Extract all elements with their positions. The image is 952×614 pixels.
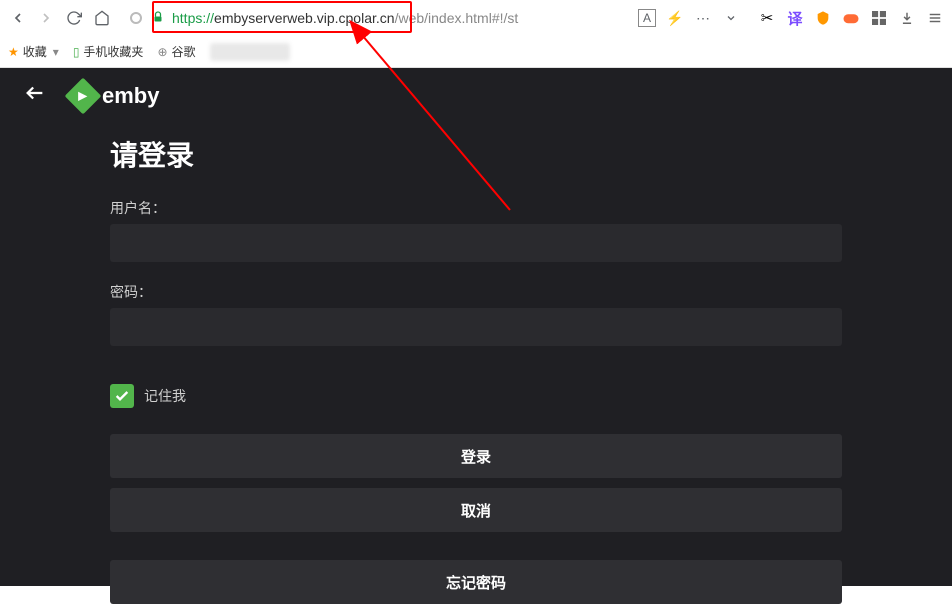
chevron-down-icon[interactable]	[722, 9, 740, 27]
reload-button[interactable]	[64, 8, 84, 28]
remember-label: 记住我	[144, 386, 186, 406]
bookmark-mobile[interactable]: ▯手机收藏夹	[73, 43, 144, 60]
home-button[interactable]	[92, 8, 112, 28]
translate2-icon[interactable]: 译	[786, 9, 804, 27]
download-icon[interactable]	[898, 9, 916, 27]
forgot-password-button[interactable]: 忘记密码	[110, 560, 842, 604]
emby-logo-icon: ▶	[65, 78, 102, 115]
forward-button[interactable]	[36, 8, 56, 28]
back-button[interactable]	[8, 8, 28, 28]
cancel-button[interactable]: 取消	[110, 488, 842, 532]
translate-icon[interactable]: A	[638, 9, 656, 27]
app-back-button[interactable]	[24, 82, 46, 110]
scissors-icon[interactable]: ✂	[758, 9, 776, 27]
bookmark-google[interactable]: ⊕谷歌	[157, 43, 195, 60]
remember-checkbox[interactable]	[110, 384, 134, 408]
login-button[interactable]: 登录	[110, 434, 842, 478]
password-label: 密码	[110, 282, 842, 302]
emby-logo-text: emby	[102, 83, 159, 109]
app-content: ▶ emby 请登录 用户名 密码 记住我 登录 取消 忘记密码	[0, 68, 952, 586]
username-label: 用户名	[110, 198, 842, 218]
bookmark-favorites[interactable]: ★收藏▾	[8, 43, 59, 60]
menu-icon[interactable]	[926, 9, 944, 27]
bookmarks-bar: ★收藏▾ ▯手机收藏夹 ⊕谷歌	[0, 36, 952, 68]
username-input[interactable]	[110, 224, 842, 262]
browser-nav-bar: https://embyserverweb.vip.cpolar.cn/web/…	[0, 0, 952, 36]
bookmark-redacted	[210, 43, 290, 61]
grid-icon[interactable]	[870, 9, 888, 27]
game-icon[interactable]	[842, 9, 860, 27]
page-title: 请登录	[110, 134, 842, 174]
address-bar[interactable]: https://embyserverweb.vip.cpolar.cn/web/…	[120, 3, 750, 33]
shield-icon[interactable]	[814, 9, 832, 27]
lightning-icon[interactable]: ⚡	[666, 9, 684, 27]
annotation-highlight-box	[152, 1, 412, 33]
site-info-icon[interactable]	[130, 12, 142, 24]
emby-logo: ▶ emby	[70, 83, 159, 109]
app-header: ▶ emby	[0, 68, 952, 124]
more-icon[interactable]: ⋯	[694, 9, 712, 27]
password-input[interactable]	[110, 308, 842, 346]
